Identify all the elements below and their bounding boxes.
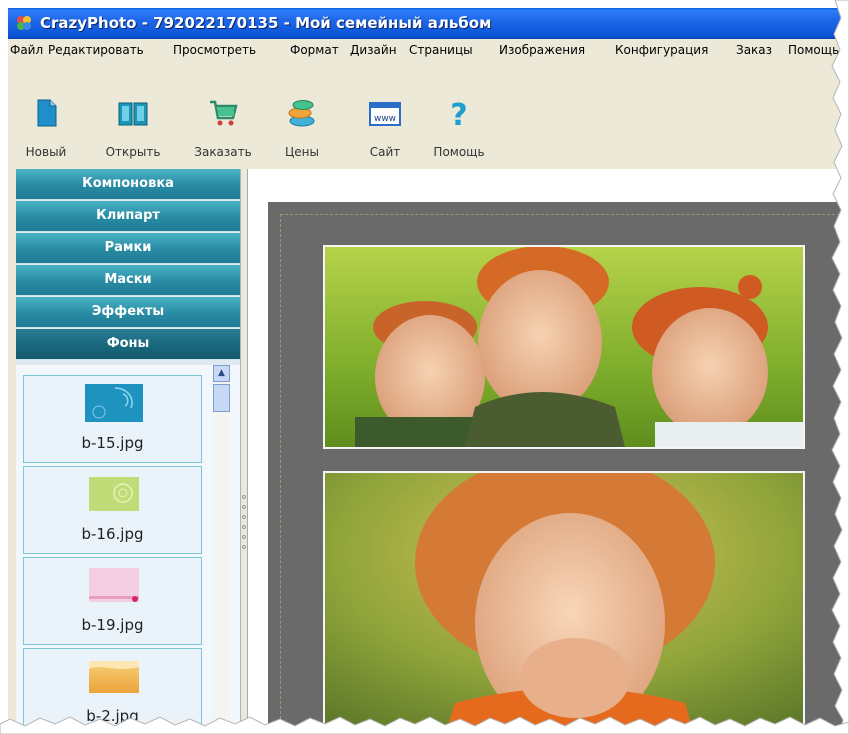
question-mark-icon: ? [450,98,467,129]
new-document-icon [37,99,57,127]
menu-file[interactable]: Файл [10,43,43,57]
splitter-grip-dot [242,535,246,539]
help-button[interactable]: ? Помощь [419,97,499,167]
splitter-grip-dot [242,505,246,509]
background-thumb[interactable]: b-2.jpg [23,648,202,734]
menu-help[interactable]: Помощь [788,43,839,57]
help-icon-text: ? [450,98,467,129]
main-toolbar: Новый Открыть Заказать Цены www Сайт ? П… [8,61,849,169]
menu-edit[interactable]: Редактировать [48,43,144,57]
background-preview [89,568,139,602]
scroll-up-button[interactable]: ▲ [213,365,230,382]
background-preview [89,661,139,693]
open-book-icon [118,102,148,126]
prices-button-label: Цены [284,145,320,159]
backgrounds-scrollbar[interactable]: ▲ [213,365,230,734]
open-button-label: Открыть [105,145,161,159]
panel-backgrounds-button[interactable]: Фоны [16,329,240,360]
scroll-thumb[interactable] [213,384,230,412]
background-thumb[interactable]: b-19.jpg [23,557,202,645]
app-window: CrazyPhoto - 792022170135 - Мой семейный… [8,8,849,734]
menu-view[interactable]: Просмотреть [173,43,256,57]
site-button[interactable]: www Сайт [345,97,425,167]
album-canvas[interactable] [247,169,849,734]
panel-frames-button[interactable]: Рамки [16,233,240,264]
site-button-label: Сайт [369,145,401,159]
window-title: CrazyPhoto - 792022170135 - Мой семейный… [40,14,492,32]
order-button[interactable]: Заказать [183,97,263,167]
backgrounds-list: b-15.jpg b-16.jpg b-19.jpg b-2.jpg ▲ [16,365,240,734]
background-name: b-19.jpg [81,616,144,634]
background-thumb[interactable]: b-16.jpg [23,466,202,554]
menu-config[interactable]: Конфигурация [615,43,708,57]
menu-images[interactable]: Изображения [499,43,585,57]
splitter-grip-dot [242,545,246,549]
splitter-grip-dot [242,515,246,519]
background-name: b-15.jpg [81,434,144,452]
children-group-photo [325,247,803,447]
new-button[interactable]: Новый [8,97,86,167]
new-button-label: Новый [25,145,67,159]
background-preview [85,384,143,422]
order-button-label: Заказать [194,145,252,159]
sidebar: Компоновка Клипарт Рамки Маски Эффекты Ф… [16,169,241,734]
panel-masks-button[interactable]: Маски [16,265,240,296]
panel-clipart-button[interactable]: Клипарт [16,201,240,232]
coins-icon [288,100,315,127]
menu-pages[interactable]: Страницы [409,43,473,57]
splitter-grip-dot [242,525,246,529]
title-bar[interactable]: CrazyPhoto - 792022170135 - Мой семейный… [8,8,849,39]
background-preview [89,477,139,511]
girl-portrait-photo [325,473,803,732]
menu-design[interactable]: Дизайн [350,43,397,57]
album-page[interactable] [268,202,849,734]
help-button-label: Помощь [433,145,485,159]
open-button[interactable]: Открыть [93,97,173,167]
background-thumb[interactable]: b-15.jpg [23,375,202,463]
background-name: b-16.jpg [81,525,144,543]
photo-slot-top[interactable] [323,245,805,449]
crazyphoto-logo-icon [17,16,31,30]
menu-bar: Файл Редактировать Просмотреть Формат Ди… [8,39,849,61]
splitter-grip-dot [242,495,246,499]
www-icon-text: www [374,114,396,124]
background-name: b-2.jpg [86,707,139,725]
menu-order[interactable]: Заказ [736,43,772,57]
photo-slot-bottom[interactable] [323,471,805,734]
panel-layout-button[interactable]: Компоновка [16,169,240,200]
panel-effects-button[interactable]: Эффекты [16,297,240,328]
prices-button[interactable]: Цены [262,97,342,167]
menu-format[interactable]: Формат [290,43,339,57]
www-icon: www [369,102,401,126]
shopping-cart-icon [210,100,238,126]
